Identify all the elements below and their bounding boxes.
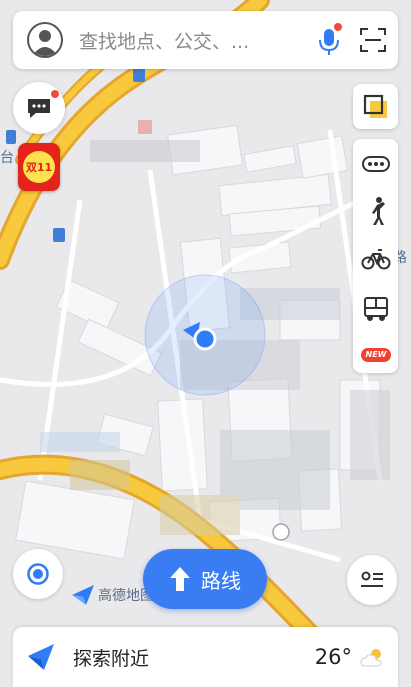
list-button[interactable] [347, 555, 397, 605]
promo-badge[interactable]: 双11 [18, 143, 60, 191]
notification-dot [51, 90, 59, 98]
bicycle-icon [361, 249, 390, 270]
route-button[interactable]: 路线 [143, 549, 267, 609]
chat-bubble-icon [28, 99, 50, 118]
bottom-panel[interactable]: 探索附近 26° [13, 627, 398, 687]
locate-button[interactable] [13, 549, 63, 599]
walking-person-icon [371, 197, 385, 225]
search-bar[interactable]: 查找地点、公交、... [13, 11, 398, 69]
tool-bus-dots[interactable] [353, 142, 398, 186]
scan-icon[interactable] [360, 27, 386, 53]
route-label: 路线 [201, 568, 241, 593]
new-badge: NEW [361, 348, 391, 362]
temperature: 26° [314, 645, 352, 669]
route-arrow-icon [170, 567, 190, 591]
brand-logo: 高德地图 [72, 585, 154, 605]
search-input[interactable]: 查找地点、公交、... [79, 27, 316, 54]
bus-icon [363, 297, 388, 321]
partly-cloudy-icon [360, 649, 382, 667]
avatar-icon[interactable] [27, 22, 63, 58]
amap-logo-icon [72, 585, 94, 605]
layers-button[interactable] [353, 84, 398, 129]
bus-dots-icon [361, 156, 390, 172]
explore-nearby-label[interactable]: 探索附近 [73, 644, 315, 671]
promo-label: 双11 [23, 151, 55, 183]
svg-text:台: 台 [0, 150, 14, 166]
list-icon [361, 571, 383, 587]
microphone-icon[interactable] [316, 23, 342, 57]
tool-bus[interactable] [353, 287, 398, 331]
messages-button[interactable] [13, 82, 65, 134]
layers-icon [363, 94, 387, 118]
navigation-arrow-icon [28, 644, 54, 670]
tool-column: NEW [353, 139, 398, 373]
tool-walking[interactable] [353, 189, 398, 233]
locate-icon [27, 563, 49, 585]
tool-bicycle[interactable] [353, 237, 398, 281]
